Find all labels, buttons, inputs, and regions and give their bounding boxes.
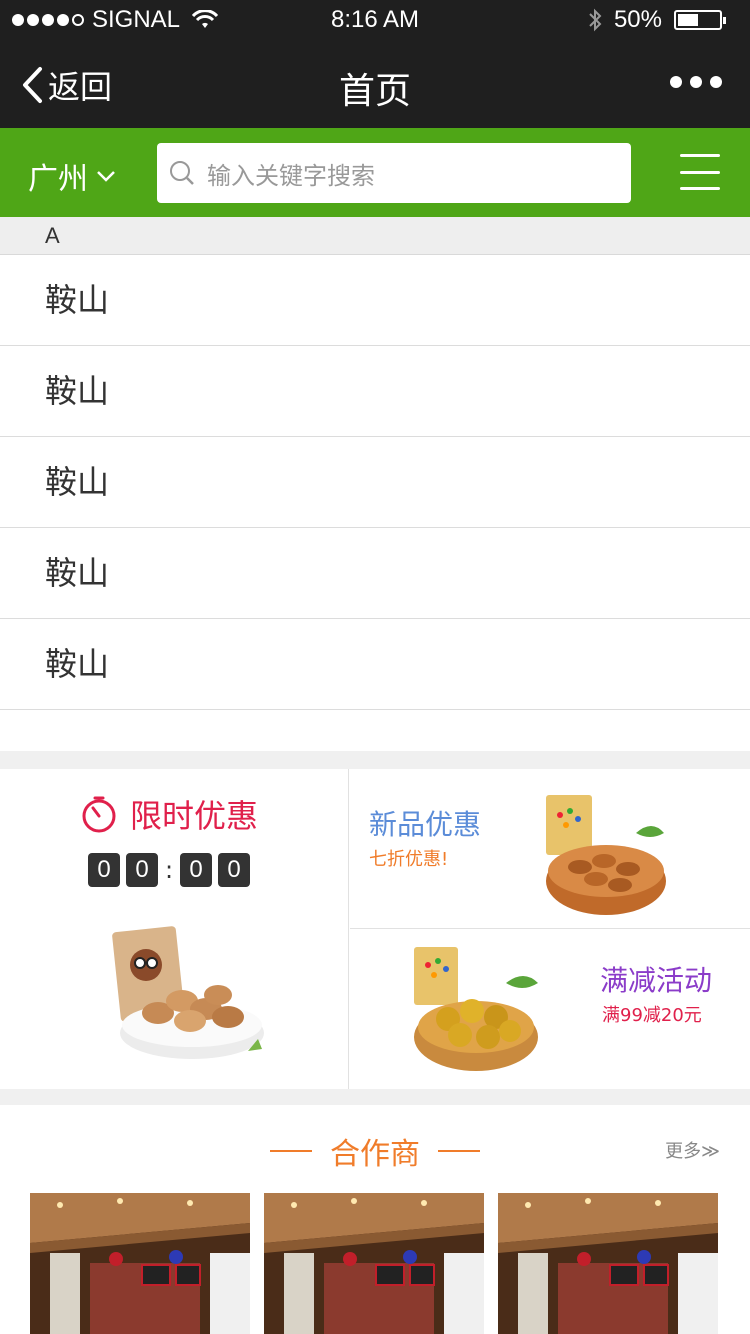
store-interior-image xyxy=(498,1193,718,1334)
discount-card[interactable]: 满减活动 满99减20元 xyxy=(350,929,750,1089)
new-product-subtitle: 七折优惠! xyxy=(369,849,449,870)
status-right: 50% xyxy=(588,6,726,34)
partner-cards xyxy=(30,1193,718,1334)
partner-card[interactable] xyxy=(30,1193,250,1334)
heading-divider xyxy=(270,1150,312,1152)
partner-title: 合作商 xyxy=(330,1137,420,1172)
current-city: 广州 xyxy=(28,162,88,197)
city-list-item[interactable]: 鞍山 xyxy=(0,255,750,346)
countdown-separator: : xyxy=(164,856,174,884)
search-placeholder: 输入关键字搜索 xyxy=(207,161,375,190)
store-interior-image xyxy=(264,1193,484,1334)
discount-title: 满减活动 xyxy=(600,964,713,997)
limited-offer-card[interactable]: 限时优惠 0 0 : 0 0 xyxy=(0,769,349,1089)
pecan-product-image xyxy=(112,926,264,1059)
search-input[interactable]: 输入关键字搜索 xyxy=(157,143,631,203)
limited-offer-title: 限时优惠 xyxy=(80,791,258,837)
bluetooth-icon xyxy=(589,8,602,32)
partner-card[interactable] xyxy=(498,1193,718,1334)
city-list: 鞍山 鞍山 鞍山 鞍山 鞍山 xyxy=(0,255,750,751)
new-product-title: 新品优惠 xyxy=(369,808,482,841)
countdown-digit: 0 xyxy=(126,853,158,887)
more-dot-icon xyxy=(690,76,702,88)
stopwatch-icon xyxy=(82,796,116,833)
nav-bar: 返回 首页 xyxy=(0,40,750,128)
page-title: 首页 xyxy=(338,71,411,112)
more-options-button[interactable] xyxy=(670,76,722,88)
countdown-digit: 0 xyxy=(180,853,212,887)
countdown-digit: 0 xyxy=(88,853,120,887)
partner-section: 合作商 更多≫ xyxy=(0,1105,750,1334)
city-list-item[interactable]: 鞍山 xyxy=(0,437,750,528)
menu-icon[interactable] xyxy=(680,154,720,190)
city-list-item[interactable]: 鞍山 xyxy=(0,346,750,437)
battery-icon xyxy=(674,10,726,30)
more-dot-icon xyxy=(670,76,682,88)
city-list-item[interactable]: 鞍山 xyxy=(0,528,750,619)
city-selector[interactable]: 广州 xyxy=(28,154,116,198)
promotion-section: 限时优惠 0 0 : 0 0 新品优惠 七折优惠! 满减活动 满99减20元 xyxy=(0,769,750,1089)
chevron-down-icon xyxy=(97,171,115,182)
search-bar: 广州 输入关键字搜索 xyxy=(0,128,750,217)
store-interior-image xyxy=(30,1193,250,1334)
status-bar: SIGNAL 8:16 AM 50% xyxy=(0,0,750,40)
partner-heading: 合作商 xyxy=(0,1129,750,1173)
countdown-digit: 0 xyxy=(218,853,250,887)
limited-offer-label: 限时优惠 xyxy=(130,797,259,835)
battery-cap xyxy=(723,17,726,24)
heading-divider xyxy=(438,1150,480,1152)
more-dot-icon xyxy=(710,76,722,88)
partner-card[interactable] xyxy=(264,1193,484,1334)
battery-percent: 50% xyxy=(613,6,662,33)
new-product-card[interactable]: 新品优惠 七折优惠! xyxy=(350,769,750,929)
city-list-item[interactable]: 鞍山 xyxy=(0,619,750,710)
battery-fill xyxy=(678,14,698,26)
index-letter-header: A xyxy=(0,217,750,255)
almond-product-image xyxy=(546,795,666,915)
search-icon xyxy=(170,161,194,185)
chestnut-product-image xyxy=(414,947,538,1071)
more-link[interactable]: 更多≫ xyxy=(665,1137,720,1163)
countdown-timer: 0 0 : 0 0 xyxy=(88,853,250,887)
discount-subtitle: 满99减20元 xyxy=(602,1005,702,1026)
